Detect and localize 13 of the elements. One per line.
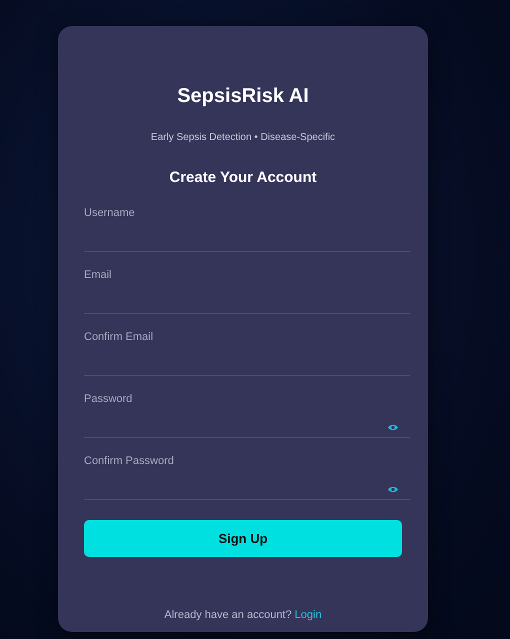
input-field[interactable]: Confirm Password xyxy=(84,451,410,471)
form-heading: Create Your Account xyxy=(169,169,317,187)
login-prompt: Already have an account? Login xyxy=(164,608,322,623)
eye-icon[interactable] xyxy=(388,486,398,493)
app-title: SepsisRisk AI xyxy=(177,84,309,108)
app-subtitle: Early Sepsis Detection • Disease-Specific xyxy=(150,132,336,144)
login-link[interactable]: Login xyxy=(294,609,322,621)
input-field[interactable]: Email xyxy=(84,265,410,285)
eye-icon[interactable] xyxy=(388,424,398,431)
sign-up-button[interactable]: Sign Up xyxy=(84,520,402,557)
input-field[interactable]: Password xyxy=(84,389,410,409)
input-field[interactable]: Username xyxy=(84,203,410,223)
input-field[interactable]: Confirm Email xyxy=(84,327,410,347)
